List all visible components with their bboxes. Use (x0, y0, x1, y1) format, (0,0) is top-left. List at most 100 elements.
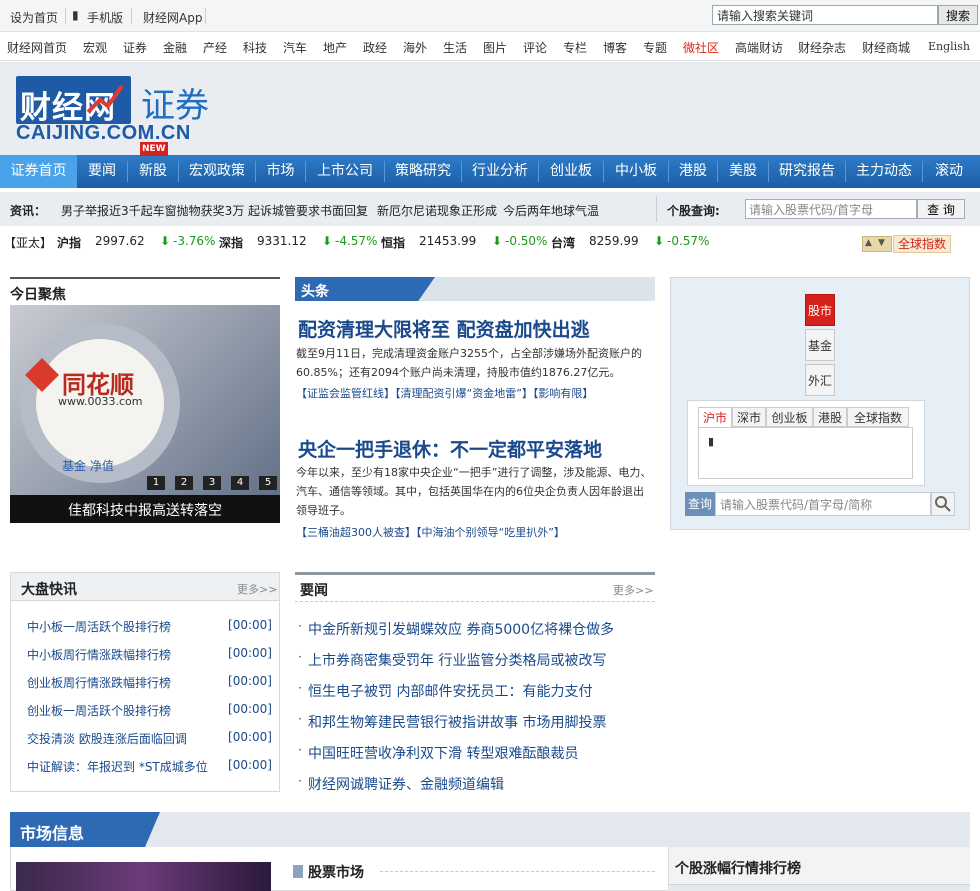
quick-news-text[interactable]: 中证解读：年报迟到 *ST成城多位 (27, 760, 208, 774)
quick-news-item[interactable]: 中小板周行情涨跌幅排行榜 [00:00] (27, 646, 272, 663)
channel-link-finance[interactable]: 金融 (163, 39, 187, 56)
quick-news-item[interactable]: 创业板周行情涨跌幅排行榜 [00:00] (27, 674, 272, 691)
channel-link-english[interactable]: English (928, 40, 970, 53)
side-tab-forex[interactable]: 外汇 (805, 364, 835, 396)
channel-link-home[interactable]: 财经网首页 (7, 39, 67, 56)
headline-story2-links[interactable]: 【三桶油超300人被查】【中海油个别领导“吃里扒外”】 (296, 523, 654, 542)
pager-dot[interactable]: 5 (259, 476, 277, 490)
market-image[interactable] (16, 862, 271, 891)
nav-item-strategy[interactable]: 策略研究 (385, 155, 461, 188)
key-news-item[interactable]: 和邦生物筹建民营银行被指讲故事 市场用脚投票 (308, 712, 606, 732)
channel-link-column[interactable]: 专栏 (563, 39, 587, 56)
channel-link-mall[interactable]: 财经商城 (862, 39, 910, 56)
pager-dot[interactable]: 1 (147, 476, 165, 490)
pager-dot[interactable]: 4 (231, 476, 249, 490)
key-news-item[interactable]: 财经网诚聘证券、金融频道编辑 (308, 774, 504, 794)
focus-image[interactable]: 同花顺 www.0033.com 基金 净值 佳都科技中报高送转落空 1 2 3… (10, 305, 280, 523)
nav-item-listed-companies[interactable]: 上市公司 (306, 155, 384, 188)
global-index-button[interactable]: 全球指数 (893, 235, 951, 253)
index-name[interactable]: 台湾 (551, 234, 575, 251)
headline-story1-links[interactable]: 【证监会监管红线】【清理配资引爆“资金地雷”】【影响有限】 (296, 384, 654, 403)
search-input[interactable] (712, 5, 938, 25)
nav-item-research-reports[interactable]: 研究报告 (769, 155, 845, 188)
key-news-item[interactable]: 恒生电子被罚 内部邮件安抚员工：有能力支付 (308, 681, 592, 701)
channel-link-life[interactable]: 生活 (443, 39, 467, 56)
channel-link-overseas[interactable]: 海外 (403, 39, 427, 56)
focus-caption[interactable]: 佳都科技中报高送转落空 (10, 500, 280, 520)
channel-link-auto[interactable]: 汽车 (283, 39, 307, 56)
channel-link-photos[interactable]: 图片 (483, 39, 507, 56)
key-news-more-link[interactable]: 更多>> (613, 582, 653, 598)
channel-link-topics[interactable]: 专题 (643, 39, 667, 56)
index-name[interactable]: 沪指 (57, 234, 81, 251)
nav-item-headlines[interactable]: 要闻 (77, 155, 127, 188)
nav-item-gem[interactable]: 创业板 (539, 155, 603, 188)
search-button[interactable]: 搜索 (938, 5, 978, 25)
search-icon[interactable] (931, 492, 955, 516)
nav-item-industry-analysis[interactable]: 行业分析 (462, 155, 538, 188)
quick-news-text[interactable]: 创业板周行情涨跌幅排行榜 (27, 676, 171, 690)
news-strip-item[interactable]: 男子举报近3千起车窗抛物获奖3万 (61, 202, 244, 219)
quick-news-item[interactable]: 交投清淡 欧股连涨后面临回调 [00:00] (27, 730, 272, 747)
stock-query-input[interactable] (745, 199, 917, 219)
nav-item-sme-board[interactable]: 中小板 (604, 155, 668, 188)
side-tab-funds[interactable]: 基金 (805, 329, 835, 361)
key-news-item[interactable]: 中金所新规引发蝴蝶效应 券商5000亿将裸仓做多 (308, 619, 614, 639)
index-name[interactable]: 深指 (219, 234, 243, 251)
arrow-down-icon[interactable]: ▼ (878, 238, 885, 248)
channel-link-community[interactable]: 微社区 (683, 39, 719, 56)
quick-news-more-link[interactable]: 更多>> (237, 581, 277, 597)
news-strip-item[interactable]: 起诉城管要求书面回复 (248, 202, 368, 219)
market-query-input[interactable] (715, 492, 931, 516)
mobile-link[interactable]: 手机版 (87, 9, 123, 26)
app-link[interactable]: 财经网App (143, 9, 202, 26)
nav-item-hk-stocks[interactable]: 港股 (669, 155, 717, 188)
market-tab-global[interactable]: 全球指数 (847, 407, 909, 427)
market-tab-sh[interactable]: 沪市 (698, 407, 732, 427)
quick-news-item[interactable]: 创业板一周活跃个股排行榜 [00:00] (27, 702, 272, 719)
arrow-up-icon[interactable]: ▲ (865, 238, 872, 248)
side-tab-stocks[interactable]: 股市 (805, 294, 835, 326)
news-strip-item[interactable]: 今后两年地球气温 (503, 202, 599, 219)
nav-item-market[interactable]: 市场 (256, 155, 305, 188)
channel-link-securities[interactable]: 证券 (123, 39, 147, 56)
channel-link-industry[interactable]: 产经 (203, 39, 227, 56)
quick-news-text[interactable]: 创业板一周活跃个股排行榜 (27, 704, 171, 718)
ranking-tabs[interactable] (668, 884, 970, 891)
market-tab-sz[interactable]: 深市 (732, 407, 766, 427)
ticker-scroll-control[interactable]: ▲ ▼ (862, 236, 892, 252)
stock-query-button[interactable]: 查 询 (917, 199, 965, 219)
pager-dot[interactable]: 2 (175, 476, 193, 490)
nav-item-rolling[interactable]: 滚动 (923, 155, 975, 188)
headline-story2-title[interactable]: 央企一把手退休：不一定都平安落地 (298, 435, 602, 462)
nav-item-ipo[interactable]: 新股 (128, 155, 178, 188)
stock-market-title[interactable]: 股票市场 (308, 862, 364, 882)
set-home-link[interactable]: 设为首页 (10, 9, 58, 26)
market-tab-hk[interactable]: 港股 (813, 407, 847, 427)
nav-item-us-stocks[interactable]: 美股 (718, 155, 768, 188)
quick-news-item[interactable]: 中证解读：年报迟到 *ST成城多位 [00:00] (27, 758, 272, 775)
channel-link-magazine[interactable]: 财经杂志 (798, 39, 846, 56)
key-news-item[interactable]: 上市券商密集受罚年 行业监管分类格局或被改写 (308, 650, 606, 670)
quick-news-text[interactable]: 中小板一周活跃个股排行榜 (27, 620, 171, 634)
nav-item-macro-policy[interactable]: 宏观政策 (179, 155, 255, 188)
channel-link-realestate[interactable]: 地产 (323, 39, 347, 56)
index-name[interactable]: 恒指 (381, 234, 405, 251)
nav-item-main-force[interactable]: 主力动态 (846, 155, 922, 188)
quick-news-item[interactable]: 中小板一周活跃个股排行榜 [00:00] (27, 618, 272, 635)
headline-story1-title[interactable]: 配资清理大限将至 配资盘加快出逃 (298, 315, 590, 342)
quick-news-text[interactable]: 中小板周行情涨跌幅排行榜 (27, 648, 171, 662)
key-news-item[interactable]: 中国旺旺营收净利双下滑 转型艰难酝酿裁员 (308, 743, 578, 763)
channel-link-macro[interactable]: 宏观 (83, 39, 107, 56)
channel-link-interviews[interactable]: 高端财访 (735, 39, 783, 56)
channel-link-tech[interactable]: 科技 (243, 39, 267, 56)
site-logo[interactable]: 财经网 (16, 76, 131, 126)
pager-dot[interactable]: 3 (203, 476, 221, 490)
quick-news-text[interactable]: 交投清淡 欧股连涨后面临回调 (27, 732, 187, 746)
market-tab-gem[interactable]: 创业板 (766, 407, 813, 427)
channel-link-blog[interactable]: 博客 (603, 39, 627, 56)
nav-item-securities-home[interactable]: 证券首页 (0, 155, 77, 188)
news-strip-item[interactable]: 新厄尔尼诺现象正形成 (377, 202, 497, 219)
channel-link-comment[interactable]: 评论 (523, 39, 547, 56)
channel-link-politics[interactable]: 政经 (363, 39, 387, 56)
